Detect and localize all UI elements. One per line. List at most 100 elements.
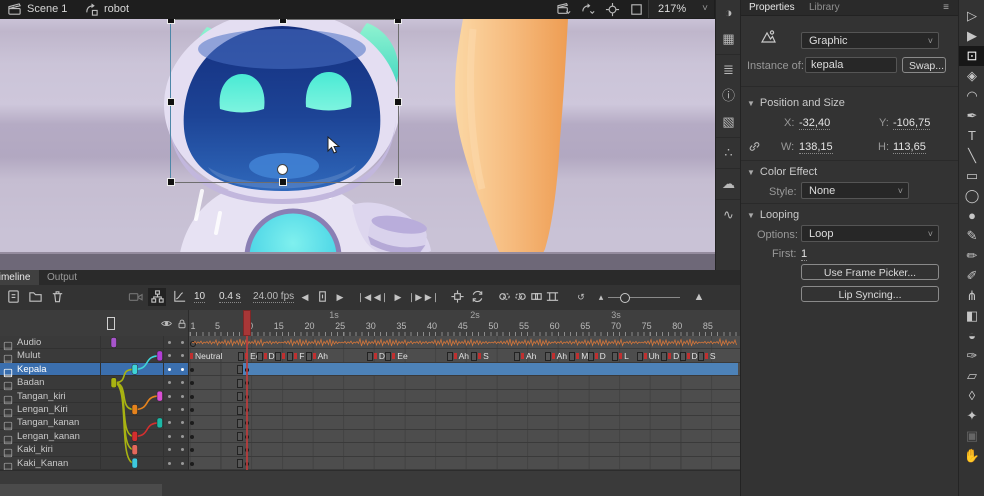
lock-column-icon[interactable]	[176, 317, 188, 330]
eraser-tool[interactable]: ▱	[959, 366, 984, 386]
delete-layer-button[interactable]	[48, 288, 66, 306]
looping-options-select[interactable]: Loop˅	[801, 225, 939, 242]
current-frame-info[interactable]: 10	[194, 291, 205, 303]
swatches-panel[interactable]: ▦	[716, 26, 741, 52]
selection-handle[interactable]	[167, 19, 175, 24]
layer-visibility-dot[interactable]	[168, 368, 171, 371]
selection-handle[interactable]	[394, 98, 402, 106]
frame-ruler[interactable]: 15101520253035404550556065707580851s2s3s	[188, 310, 740, 336]
current-frame-marker-button[interactable]	[313, 288, 331, 306]
hand-tool[interactable]: ✋	[959, 446, 984, 466]
layer-visibility-dot[interactable]	[168, 395, 171, 398]
timeline-zoom-slider[interactable]	[608, 297, 680, 298]
selection-handle[interactable]	[394, 19, 402, 24]
center-stage-icon[interactable]	[605, 2, 620, 17]
frame-row-lengan_kanan[interactable]	[188, 430, 740, 443]
layer-lock-dot[interactable]	[181, 368, 184, 371]
new-folder-button[interactable]	[26, 288, 44, 306]
free-transform-tool[interactable]: ⊡	[959, 46, 984, 66]
reset-timeline-zoom-button[interactable]: ↺	[572, 288, 590, 306]
frames-area[interactable]: NeutralEeDEFAhDEeAhSAhAhMDLUhDDS	[188, 336, 740, 470]
layer-visibility-dot[interactable]	[168, 408, 171, 411]
layer-visibility-dot[interactable]	[168, 354, 171, 357]
tab-timeline[interactable]: Timeline	[0, 270, 39, 285]
layer-lock-dot[interactable]	[181, 421, 184, 424]
rectangle-tool[interactable]: ▭	[959, 166, 984, 186]
edit-symbols-icon[interactable]	[84, 2, 99, 17]
lip-syncing-button[interactable]: Lip Syncing...	[801, 286, 939, 302]
zoom-in-timeline-button[interactable]: ▲	[690, 288, 708, 306]
link-width-height-icon[interactable]	[747, 139, 762, 154]
text-tool[interactable]: T	[959, 126, 984, 146]
layer-lock-dot[interactable]	[181, 448, 184, 451]
layer-lock-dot[interactable]	[181, 408, 184, 411]
clip-content-icon[interactable]	[629, 2, 644, 17]
new-layer-button[interactable]	[4, 288, 22, 306]
tab-library[interactable]: Library	[803, 1, 846, 14]
scene-menu-icon[interactable]	[557, 2, 572, 17]
first-frame-value[interactable]: 1	[801, 248, 807, 261]
frame-row-kaki_kiri[interactable]	[188, 443, 740, 456]
section-position-size[interactable]: ▼Position and Size	[747, 97, 845, 109]
selection-bounding-box[interactable]	[170, 19, 399, 183]
modify-markers-button[interactable]	[543, 288, 561, 306]
oval-tool[interactable]: ◯	[959, 186, 984, 206]
frame-row-mulut[interactable]: NeutralEeDEFAhDEeAhSAhAhMDLUhDDS	[188, 349, 740, 362]
selection-handle[interactable]	[279, 19, 287, 24]
playhead[interactable]	[243, 310, 251, 336]
pen-tool[interactable]: ✒	[959, 106, 984, 126]
selection-tool[interactable]: ▷	[959, 6, 984, 26]
layer-visibility-dot[interactable]	[168, 421, 171, 424]
asset-pin-tool[interactable]: ✦	[959, 406, 984, 426]
layer-lock-dot[interactable]	[181, 435, 184, 438]
frame-row-audio[interactable]	[188, 336, 740, 349]
selection-handle[interactable]	[394, 178, 402, 186]
paint-bucket-tool[interactable]: ◧	[959, 306, 984, 326]
instance-name-field[interactable]	[805, 57, 897, 73]
previous-keyframe-button[interactable]: ◀	[296, 288, 314, 306]
align-panel[interactable]: ≣	[716, 57, 741, 83]
section-color-effect[interactable]: ▼Color Effect	[747, 166, 817, 178]
symbol-breadcrumb[interactable]: robot	[104, 3, 129, 15]
polystar-tool[interactable]: ●	[959, 206, 984, 226]
layer-lock-dot[interactable]	[181, 354, 184, 357]
go-to-last-frame-button[interactable]: ▶❘	[423, 288, 441, 306]
color-panel[interactable]: ◑	[716, 0, 741, 26]
frame-row-tangan_kanan[interactable]	[188, 416, 740, 429]
x-value[interactable]: -32,40	[799, 117, 830, 130]
color-style-select[interactable]: None˅	[801, 182, 909, 199]
frame-row-lengan_kiri[interactable]	[188, 403, 740, 416]
fluid-brush-tool[interactable]: ✏	[959, 246, 984, 266]
frame-rate-info[interactable]: 24.00 fps	[253, 291, 294, 303]
transformation-point[interactable]	[277, 164, 288, 175]
w-value[interactable]: 138,15	[799, 141, 833, 154]
selection-handle[interactable]	[167, 98, 175, 106]
frame-row-kepala[interactable]	[188, 363, 740, 376]
info-panel[interactable]: ⓘ	[716, 83, 741, 109]
section-looping[interactable]: ▼Looping	[747, 209, 799, 221]
timeline-zoom-slider-knob[interactable]	[620, 293, 630, 303]
width-tool[interactable]: ◊	[959, 386, 984, 406]
elapsed-time-info[interactable]: 0.4 s	[219, 291, 241, 303]
cc-libraries-panel[interactable]: ☁	[716, 171, 741, 197]
go-to-first-frame-button[interactable]: ❘◀	[355, 288, 373, 306]
graph-editor-button[interactable]	[170, 288, 188, 306]
layer-lock-dot[interactable]	[181, 381, 184, 384]
zoom-level-select[interactable]: 217% ˅	[648, 0, 714, 18]
next-keyframe-button[interactable]: ▶	[331, 288, 349, 306]
scene-breadcrumb[interactable]: Scene 1	[27, 3, 67, 15]
tab-properties[interactable]: Properties	[743, 1, 801, 14]
layer-visibility-dot[interactable]	[168, 448, 171, 451]
layer-visibility-dot[interactable]	[168, 381, 171, 384]
motion-editor-panel[interactable]: ∿	[716, 202, 741, 228]
step-forward-one-frame-button[interactable]: ❘▶	[406, 288, 424, 306]
symbol-menu-icon[interactable]	[581, 2, 596, 17]
layer-visibility-dot[interactable]	[168, 341, 171, 344]
layer-lock-dot[interactable]	[181, 395, 184, 398]
asset-warp-tool[interactable]: ◈	[959, 66, 984, 86]
loop-playback-button[interactable]	[468, 288, 486, 306]
center-frame-button[interactable]	[448, 288, 466, 306]
use-frame-picker-button[interactable]: Use Frame Picker...	[801, 264, 939, 280]
camera-icon[interactable]	[126, 288, 144, 306]
show-parenting-view-button[interactable]	[148, 288, 166, 306]
